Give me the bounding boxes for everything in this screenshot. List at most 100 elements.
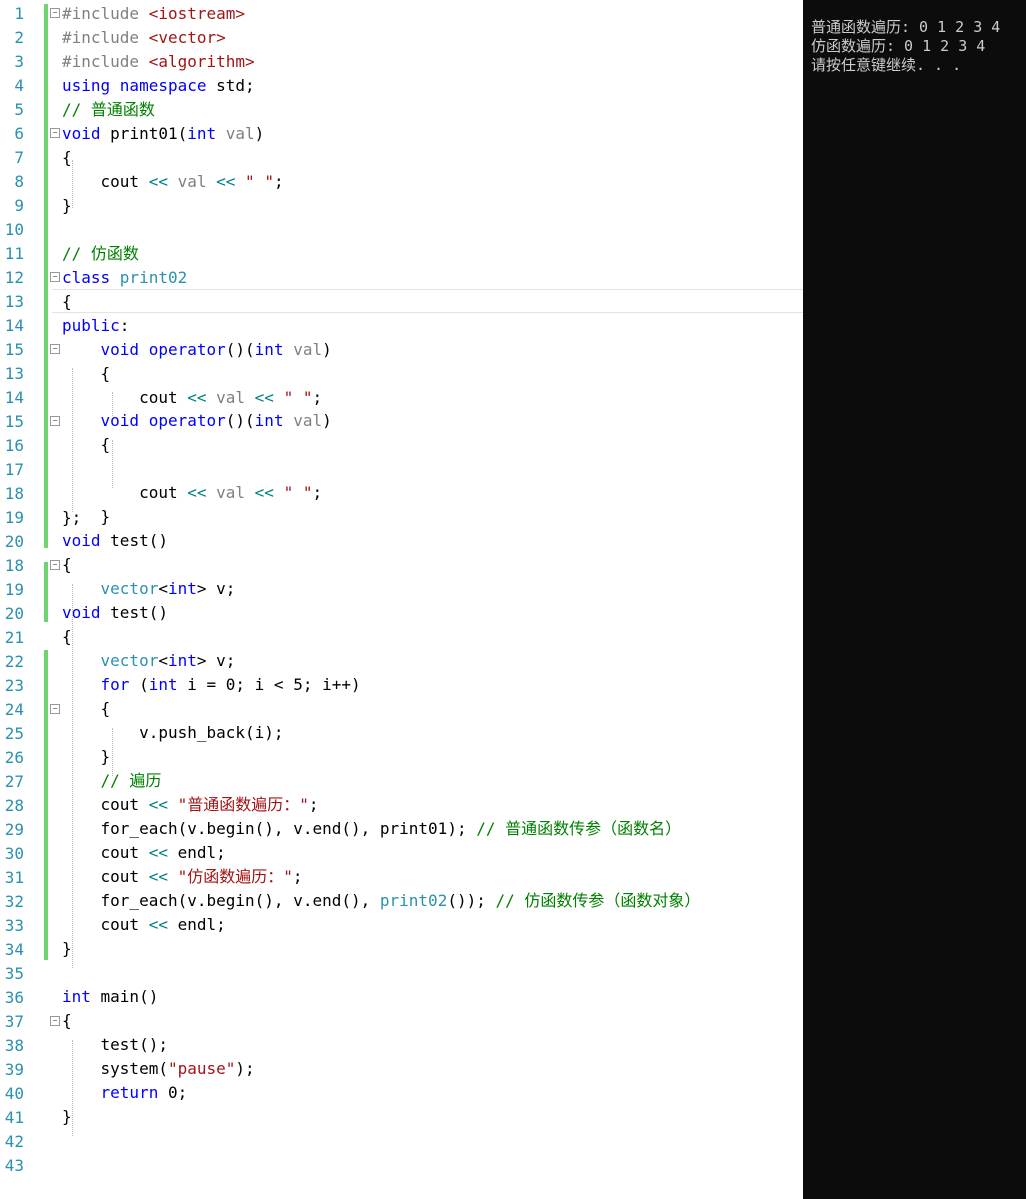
code-line[interactable]: cout << endl;: [62, 913, 226, 937]
code-line[interactable]: }: [62, 937, 72, 961]
code-line[interactable]: {: [62, 290, 72, 314]
code-token: ());: [447, 891, 496, 910]
indent-guide: [112, 728, 113, 776]
code-token: #include: [62, 4, 149, 23]
change-indicator-bar: [44, 650, 48, 960]
code-line[interactable]: cout << "仿函数遍历：";: [62, 865, 303, 889]
code-token: <: [158, 579, 168, 598]
line-number: 15: [4, 340, 24, 359]
code-token: std;: [216, 76, 255, 95]
code-token: int: [167, 651, 197, 670]
code-line[interactable]: for (int i = 0; i < 5; i++): [62, 673, 361, 697]
code-line[interactable]: #include <iostream>: [62, 2, 245, 26]
fold-toggle-icon[interactable]: −: [50, 560, 60, 570]
code-token: <<: [254, 388, 284, 407]
code-token: {: [62, 364, 111, 383]
code-token: vector: [62, 579, 159, 598]
console-window[interactable]: 普通函数遍历: 0 1 2 3 4 仿函数遍历: 0 1 2 3 4 请按任意键…: [803, 0, 1026, 1199]
code-line[interactable]: cout << val << " ";: [62, 386, 322, 410]
line-number: 18: [4, 556, 24, 575]
code-token: val: [225, 124, 255, 143]
code-token: #include: [62, 28, 149, 47]
code-line[interactable]: // 仿函数: [62, 242, 139, 266]
fold-toggle-icon[interactable]: −: [50, 8, 60, 18]
code-line[interactable]: int main(): [62, 985, 158, 1009]
code-token: int: [254, 340, 294, 359]
change-indicator-bar: [44, 562, 48, 622]
code-token: <vector>: [148, 28, 226, 47]
code-token: "仿函数遍历：": [177, 867, 293, 886]
code-line[interactable]: }: [62, 745, 111, 769]
code-line[interactable]: void test(): [62, 529, 168, 553]
fold-toggle-icon[interactable]: −: [50, 416, 60, 426]
code-line[interactable]: void test(): [62, 601, 168, 625]
code-token: cout: [62, 483, 188, 502]
fold-toggle-icon[interactable]: −: [50, 1016, 60, 1026]
code-line[interactable]: vector<int> v;: [62, 649, 236, 673]
code-token: // 普通函数: [62, 100, 155, 119]
code-token: <: [158, 651, 168, 670]
code-token: endl;: [177, 915, 226, 934]
code-line[interactable]: cout << "普通函数遍历：";: [62, 793, 319, 817]
code-editor[interactable]: 1 #include <iostream> 2 #include <vector> 3 #…: [0, 0, 803, 1199]
code-token: ;: [312, 483, 323, 502]
code-line[interactable]: for_each(v.begin(), v.end(), print01); /…: [62, 817, 682, 841]
fold-toggle-icon[interactable]: −: [50, 344, 60, 354]
code-token: {: [62, 292, 72, 311]
code-line[interactable]: }: [62, 1105, 72, 1129]
code-token: > v;: [196, 651, 236, 670]
code-line[interactable]: cout << val << " ";: [62, 170, 284, 194]
line-number: 26: [4, 748, 24, 767]
line-number: 25: [4, 724, 24, 743]
line-number: 36: [4, 988, 24, 1007]
code-line[interactable]: void print01(int val): [62, 122, 264, 146]
code-line[interactable]: for_each(v.begin(), v.end(), print02());…: [62, 889, 701, 913]
code-line[interactable]: {: [62, 697, 111, 721]
code-line[interactable]: void operator()(int val): [62, 338, 332, 362]
console-output-line-1: 普通函数遍历: 0 1 2 3 4: [811, 18, 1001, 36]
code-token: test(): [110, 531, 168, 550]
line-number: 15: [4, 412, 24, 431]
indent-guide: [112, 392, 113, 416]
code-line[interactable]: {: [62, 1009, 72, 1033]
code-line[interactable]: // 普通函数: [62, 98, 155, 122]
code-line[interactable]: {: [62, 625, 72, 649]
code-line[interactable]: {: [62, 146, 72, 170]
code-token: ;: [292, 867, 303, 886]
code-token: int: [254, 411, 294, 430]
code-line[interactable]: public:: [62, 314, 129, 338]
code-token: cout: [62, 867, 149, 886]
line-number: 43: [4, 1156, 24, 1175]
line-number: 23: [4, 676, 24, 695]
line-number: 9: [14, 196, 24, 215]
code-line[interactable]: {: [62, 553, 72, 577]
code-token: }: [62, 939, 72, 958]
code-line[interactable]: cout << endl;: [62, 841, 226, 865]
code-line[interactable]: {: [62, 362, 111, 386]
code-token: int: [167, 579, 197, 598]
code-line[interactable]: #include <algorithm>: [62, 50, 255, 74]
code-line[interactable]: void operator()(int val): [62, 409, 332, 433]
fold-toggle-icon[interactable]: −: [50, 128, 60, 138]
code-token: ): [322, 340, 332, 359]
code-line[interactable]: using namespace std;: [62, 74, 255, 98]
code-line[interactable]: test();: [62, 1033, 168, 1057]
code-token: " ": [245, 172, 274, 191]
code-token: #include: [62, 52, 149, 71]
code-token: for: [62, 675, 140, 694]
code-line[interactable]: cout << val << " ";: [62, 481, 322, 505]
code-line[interactable]: v.push_back(i);: [62, 721, 284, 745]
code-line[interactable]: return 0;: [62, 1081, 188, 1105]
code-line[interactable]: system("pause");: [62, 1057, 255, 1081]
fold-toggle-icon[interactable]: −: [50, 704, 60, 714]
code-line[interactable]: class print02: [62, 266, 187, 290]
code-line[interactable]: #include <vector>: [62, 26, 226, 50]
code-line[interactable]: vector<int> v;: [62, 577, 236, 601]
code-line[interactable]: }: [62, 194, 72, 218]
indent-guide: [72, 584, 73, 968]
code-token: // 仿函数传参（函数对象）: [495, 891, 701, 910]
code-line[interactable]: {: [62, 433, 111, 457]
line-number: 41: [4, 1108, 24, 1127]
fold-toggle-icon[interactable]: −: [50, 272, 60, 282]
